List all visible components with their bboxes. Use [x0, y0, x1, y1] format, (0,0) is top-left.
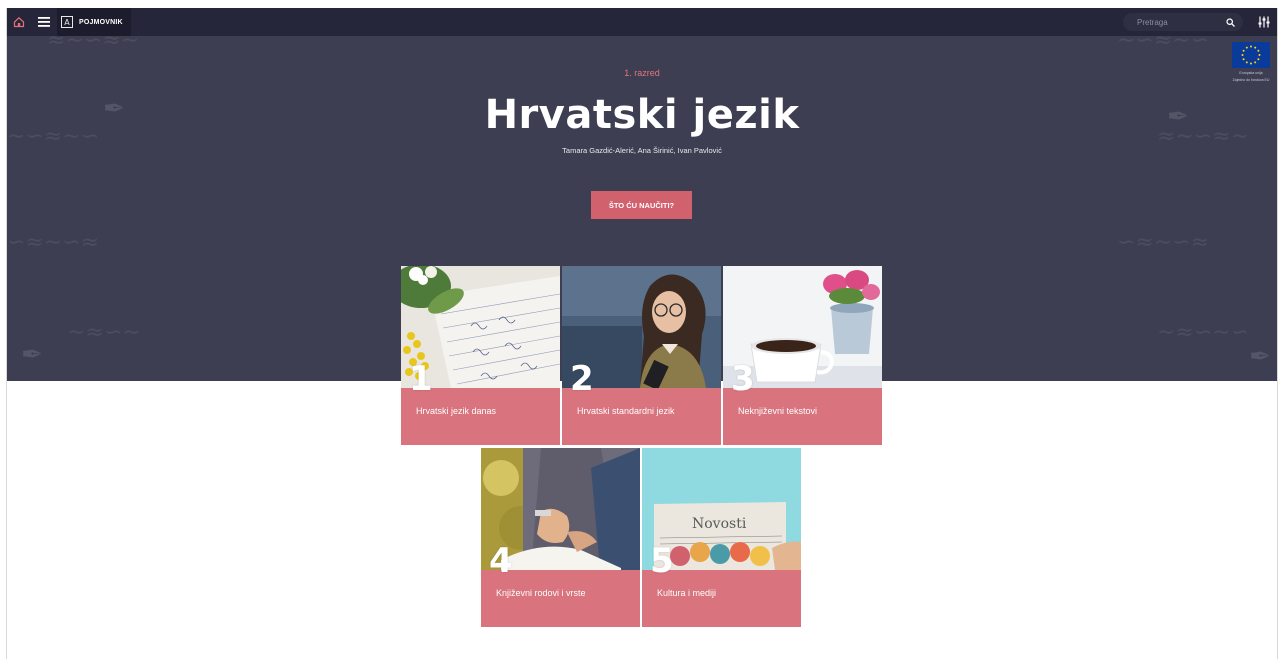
glossary-button[interactable]: A POJMOVNIK	[57, 8, 131, 36]
settings-button[interactable]	[1251, 8, 1277, 36]
hamburger-icon	[38, 17, 50, 27]
unit-tile-4[interactable]: 4 Književni rodovi i vrste	[481, 448, 640, 627]
unit-tile-2[interactable]: 2 Hrvatski standardni jezik	[562, 266, 721, 445]
unit-2-number: 2	[570, 359, 594, 399]
learning-goals-button[interactable]: ŠTO ĆU NAUČITI?	[591, 191, 692, 219]
page-title: Hrvatski jezik	[484, 92, 800, 138]
unit-1-title: Hrvatski jezik danas	[416, 406, 497, 416]
home-icon	[13, 16, 25, 28]
decorative-script: ∼∽≈∼∽	[1117, 36, 1210, 53]
decorative-script: ∼≈∽∼	[67, 320, 141, 345]
menu-button[interactable]	[31, 8, 57, 36]
decorative-script: ∽≈∼∽≈	[7, 230, 100, 255]
app-frame: A POJMOVNIK ≈∼∽≈∼ ∼∽≈∼∽ ∽≈∼∽≈ ∼	[6, 8, 1278, 659]
top-bar: A POJMOVNIK	[7, 8, 1277, 36]
newspaper-headline: Novosti	[692, 516, 747, 532]
grade-label: 1. razred	[624, 68, 660, 78]
pen-nib-icon: ✒	[1249, 342, 1271, 372]
unit-4-number: 4	[489, 541, 513, 581]
decorative-script: ∽≈∼∽≈	[1117, 230, 1210, 255]
unit-1-number: 1	[409, 359, 433, 399]
eu-caption-line2: Zajedno do fondova EU	[1232, 78, 1270, 82]
eu-flag-icon	[1232, 42, 1270, 68]
eu-logo[interactable]: Europska unija Zajedno do fondova EU	[1231, 42, 1271, 82]
glossary-icon: A	[61, 16, 73, 28]
glossary-label: POJMOVNIK	[79, 18, 123, 26]
home-button[interactable]	[7, 8, 31, 36]
unit-5-title: Kultura i mediji	[657, 588, 717, 598]
unit-4-title: Književni rodovi i vrste	[496, 588, 586, 598]
decorative-script: ≈∼∽≈∼	[47, 36, 140, 53]
unit-2-title: Hrvatski standardni jezik	[577, 406, 675, 416]
eu-stars-icon	[1241, 45, 1261, 65]
search-icon[interactable]	[1226, 17, 1235, 27]
eu-caption-line1: Europska unija	[1239, 71, 1263, 75]
unit-5-number: 5	[650, 541, 674, 581]
search-box	[1123, 13, 1243, 31]
sliders-icon	[1258, 16, 1270, 28]
unit-3-title: Neknjiževni tekstovi	[738, 406, 818, 416]
decorative-script: ∼≈∽∼∽	[1157, 320, 1250, 345]
unit-tile-5[interactable]: Novosti 5 Kultura i mediji	[642, 448, 801, 627]
authors-line: Tamara Gazdić-Alerić, Ana Širinić, Ivan …	[562, 146, 722, 155]
unit-tile-1[interactable]: 1 Hrvatski jezik danas	[401, 266, 560, 445]
unit-3-number: 3	[731, 359, 755, 399]
unit-tile-3[interactable]: 3 Neknjiževni tekstovi	[723, 266, 882, 445]
search-input[interactable]	[1137, 17, 1226, 27]
pen-nib-icon: ✒	[21, 340, 43, 370]
